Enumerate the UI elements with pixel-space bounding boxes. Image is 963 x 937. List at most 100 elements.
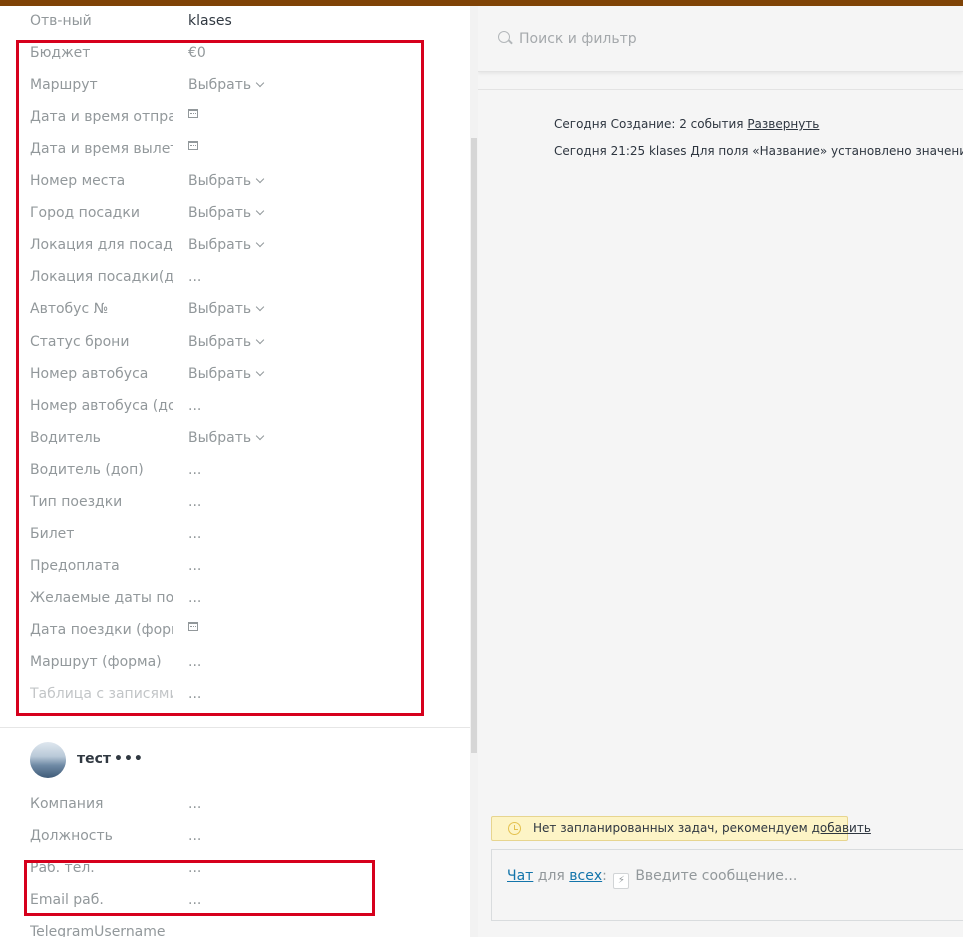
field-value[interactable]: ... (188, 494, 201, 510)
left-panel-scrollbar[interactable] (470, 6, 478, 937)
chat-type-link[interactable]: Чат (507, 868, 533, 884)
chevron-down-icon[interactable] (255, 367, 265, 376)
lead-field-row[interactable]: Предоплата... (0, 551, 470, 583)
field-value[interactable]: ... (188, 654, 201, 670)
lead-field-row[interactable]: Маршрут (форма)... (0, 647, 470, 679)
field-label: Маршрут (форма) (30, 654, 162, 670)
lead-field-row[interactable]: Водитель (доп)... (0, 455, 470, 487)
lead-field-row[interactable]: Дата поездки (форма) (0, 615, 470, 647)
select-value[interactable]: Выбрать (188, 173, 251, 189)
select-value[interactable]: Выбрать (188, 430, 251, 446)
contact-field-row[interactable]: Раб. тел.... (0, 853, 470, 885)
select-dropdown[interactable]: Выбрать (188, 301, 265, 317)
calendar-icon[interactable] (188, 621, 198, 631)
select-dropdown[interactable]: Выбрать (188, 205, 265, 221)
select-dropdown[interactable]: Выбрать (188, 173, 265, 189)
message-composer[interactable]: Чат для всех: ⚡ Введите сообщение... (491, 849, 963, 921)
calendar-icon[interactable] (188, 141, 198, 151)
lead-field-row[interactable]: Отв-ный klases (0, 6, 470, 38)
lead-field-row[interactable]: Номер автобуса (доп)... (0, 391, 470, 423)
select-value[interactable]: Выбрать (188, 237, 251, 253)
lightning-icon[interactable]: ⚡ (613, 873, 630, 889)
feed-search-bar[interactable]: Поиск и фильтр (478, 6, 963, 72)
lead-field-row[interactable]: Номер места Выбрать (0, 166, 470, 198)
field-label: Статус брони (30, 333, 130, 350)
select-value[interactable]: Выбрать (188, 205, 251, 221)
chevron-down-icon[interactable] (255, 239, 265, 248)
search-input[interactable]: Поиск и фильтр (519, 31, 637, 47)
lead-field-row[interactable]: Статус брони Выбрать (0, 327, 470, 359)
message-input[interactable]: Введите сообщение... (635, 868, 797, 884)
field-value[interactable]: ... (188, 526, 201, 542)
expand-events-link[interactable]: Развернуть (747, 117, 819, 131)
field-value[interactable]: ... (188, 462, 201, 478)
select-dropdown[interactable]: Выбрать (188, 77, 265, 93)
select-value[interactable]: Выбрать (188, 301, 251, 317)
lead-field-row[interactable]: Город посадки Выбрать (0, 198, 470, 230)
contact-more-menu-icon[interactable]: ••• (114, 751, 144, 767)
lead-details-panel: Отв-ный klases Бюджет €0 Маршрут Выбрать Дата … (0, 6, 470, 937)
lead-field-row[interactable]: Локация посадки(доп)... (0, 262, 470, 294)
contact-name[interactable]: тест (77, 751, 111, 767)
date-picker[interactable] (188, 621, 198, 638)
contact-field-row[interactable]: TelegramUsername_W (0, 917, 470, 937)
chevron-down-icon[interactable] (255, 78, 265, 88)
lead-field-row[interactable]: Маршрут Выбрать (0, 70, 470, 102)
recipients-link[interactable]: всех (569, 868, 602, 884)
calendar-icon[interactable] (188, 109, 198, 119)
add-task-link[interactable]: добавить (812, 821, 871, 835)
field-label: Тип поездки (30, 493, 123, 510)
field-value[interactable]: ... (188, 686, 201, 702)
field-label: Номер места (30, 173, 126, 190)
select-dropdown[interactable]: Выбрать (188, 237, 265, 253)
chevron-down-icon[interactable] (255, 303, 265, 312)
lead-field-row[interactable]: Дата и время отправл (0, 102, 470, 134)
field-value[interactable]: €0 (188, 45, 206, 61)
date-picker[interactable] (188, 109, 198, 125)
field-label: TelegramUsername_W (30, 924, 173, 937)
select-value[interactable]: Выбрать (188, 334, 251, 350)
lead-field-row[interactable]: Бюджет €0 (0, 38, 470, 70)
select-dropdown[interactable]: Выбрать (188, 366, 265, 382)
field-label: Дата поездки (форма) (30, 621, 173, 638)
lead-field-row[interactable]: Тип поездки... (0, 487, 470, 519)
date-picker[interactable] (188, 141, 198, 157)
field-value[interactable]: klases (188, 13, 232, 29)
lead-field-row[interactable]: Автобус № Выбрать (0, 294, 470, 326)
contact-field-row[interactable]: Должность... (0, 821, 470, 853)
select-dropdown[interactable]: Выбрать (188, 334, 265, 350)
field-value[interactable]: ... (188, 590, 201, 606)
contact-field-row[interactable]: Email раб.... (0, 885, 470, 917)
chevron-down-icon[interactable] (255, 431, 265, 440)
field-value[interactable]: ... (188, 860, 201, 876)
select-value[interactable]: Выбрать (188, 366, 251, 382)
select-dropdown[interactable]: Выбрать (188, 430, 265, 446)
feed-event-text: Сегодня 21:25 klases Для поля «Название»… (554, 144, 963, 158)
field-value[interactable]: ... (188, 828, 201, 844)
lead-field-row[interactable]: Водитель Выбрать (0, 423, 470, 455)
lead-field-row[interactable]: Таблица с записями... (0, 679, 470, 711)
field-value[interactable]: ... (188, 398, 201, 414)
select-value[interactable]: Выбрать (188, 77, 251, 93)
lead-field-row[interactable]: Билет... (0, 519, 470, 551)
scrollbar-thumb[interactable] (471, 138, 477, 753)
lead-field-row[interactable]: Дата и время вылета (0, 134, 470, 166)
field-label: Раб. тел. (30, 860, 95, 876)
contact-avatar[interactable] (30, 742, 66, 778)
chevron-down-icon[interactable] (255, 335, 265, 344)
field-label: Номер автобуса (доп) (30, 397, 173, 414)
field-value[interactable]: ... (188, 796, 201, 812)
lead-field-row[interactable]: Локация для посадки Выбрать (0, 230, 470, 262)
chevron-down-icon[interactable] (255, 175, 265, 184)
lead-field-row[interactable]: Желаемые даты поезд... (0, 583, 470, 615)
field-value[interactable]: ... (188, 558, 201, 574)
field-value[interactable]: ... (188, 892, 201, 908)
field-label: Автобус № (30, 301, 109, 318)
field-value[interactable]: ... (188, 269, 201, 285)
feed-event-rename: Сегодня 21:25 klases Для поля «Название»… (554, 144, 963, 158)
chevron-down-icon[interactable] (255, 207, 265, 216)
contact-field-row[interactable]: Компания... (0, 789, 470, 821)
lead-field-row[interactable]: Номер автобуса Выбрать (0, 359, 470, 391)
field-label: Водитель (доп) (30, 461, 144, 478)
field-label: Бюджет (30, 45, 91, 62)
